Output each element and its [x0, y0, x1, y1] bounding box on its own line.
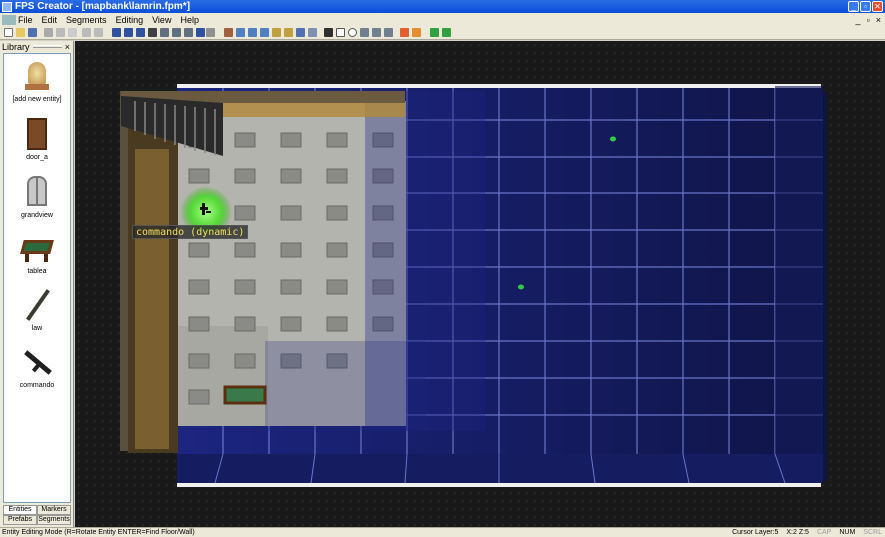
menu-edit[interactable]: Edit [42, 15, 58, 25]
tab-markers[interactable]: Markers [37, 505, 71, 515]
status-scrl: SCRL [863, 529, 882, 536]
library-item-label: [add new entity] [12, 96, 62, 103]
pick-icon[interactable] [296, 28, 305, 37]
marker[interactable] [518, 284, 524, 290]
title-bar: FPS Creator - [mapbank\lamrin.fpm*] _ ▫ … [0, 0, 885, 13]
status-cap: CAP [816, 529, 832, 536]
prefab-icon[interactable] [272, 28, 281, 37]
menu-view[interactable]: View [152, 15, 171, 25]
menu-help[interactable]: Help [180, 15, 199, 25]
cut-icon[interactable] [44, 28, 53, 37]
library-item-label: grandview [21, 212, 53, 219]
copy-icon[interactable] [56, 28, 65, 37]
table-icon [20, 230, 54, 266]
view-camera-icon[interactable] [148, 28, 157, 37]
top-rail [177, 84, 821, 88]
library-title: Library [2, 41, 30, 52]
library-item-tablea[interactable]: tablea [4, 230, 70, 275]
tool-icon[interactable] [384, 28, 393, 37]
bottom-rail [177, 483, 821, 487]
close-button[interactable]: ✕ [872, 1, 883, 12]
spray-icon[interactable] [372, 28, 381, 37]
door-icon [22, 116, 52, 152]
undo-icon[interactable] [82, 28, 91, 37]
library-item-door-a[interactable]: door_a [4, 116, 70, 161]
build-game-icon[interactable] [442, 28, 451, 37]
library-grip[interactable] [32, 45, 62, 48]
marker[interactable] [610, 136, 616, 142]
library-item-add-new-entity[interactable]: [add new entity] [4, 58, 70, 103]
menu-editing[interactable]: Editing [116, 15, 144, 25]
library-item-commando[interactable]: commando [4, 344, 70, 389]
paste-icon[interactable] [68, 28, 77, 37]
library-close-button[interactable]: × [65, 42, 73, 52]
layer-down-icon[interactable] [172, 28, 181, 37]
segment-icon[interactable] [224, 28, 233, 37]
library-item-law[interactable]: law [4, 287, 70, 332]
tab-entities[interactable]: Entities [3, 505, 37, 515]
rect-tool-icon[interactable] [336, 28, 345, 37]
mdi-restore-button[interactable]: ▫ [867, 15, 870, 25]
menu-segments[interactable]: Segments [66, 15, 107, 25]
library-panel: Library × [add new entity] door_a grandv… [0, 41, 74, 527]
flag-alt-icon[interactable] [412, 28, 421, 37]
save-icon[interactable] [28, 28, 37, 37]
entity-list[interactable]: [add new entity] door_a grandview tablea [3, 53, 71, 503]
line-tool-icon[interactable] [324, 28, 333, 37]
eyedrop-icon[interactable] [360, 28, 369, 37]
library-item-grandview[interactable]: grandview [4, 174, 70, 219]
fill-icon[interactable] [248, 28, 257, 37]
new-icon[interactable] [4, 28, 13, 37]
mdi-close-button[interactable]: × [876, 15, 881, 25]
document-icon[interactable] [2, 14, 16, 25]
view-layer-icon[interactable] [124, 28, 133, 37]
mdi-minimize-button[interactable]: _ [856, 15, 861, 25]
circle-tool-icon[interactable] [348, 28, 357, 37]
bottom-wall [177, 454, 823, 483]
test-game-icon[interactable] [430, 28, 439, 37]
table-entity[interactable] [223, 385, 267, 405]
app-icon [2, 1, 12, 12]
view-grid-icon[interactable] [136, 28, 145, 37]
status-num: NUM [839, 529, 856, 536]
toolbar [0, 26, 885, 40]
delete-icon[interactable] [308, 28, 317, 37]
entity-icon[interactable] [260, 28, 269, 37]
paint-icon[interactable] [236, 28, 245, 37]
editor-viewport[interactable]: commando (dynamic) [75, 41, 885, 527]
open-icon[interactable] [16, 28, 25, 37]
library-item-label: door_a [26, 154, 48, 161]
map-grid-view[interactable] [75, 41, 885, 527]
entity-tooltip: commando (dynamic) [132, 225, 249, 239]
tab-prefabs[interactable]: Prefabs [3, 515, 37, 525]
add-entity-icon [22, 58, 52, 94]
library-item-label: law [31, 325, 43, 332]
redo-icon[interactable] [94, 28, 103, 37]
maximize-button[interactable]: ▫ [860, 1, 871, 12]
view-top-icon[interactable] [112, 28, 121, 37]
window-title: FPS Creator - [mapbank\lamrin.fpm*] [15, 1, 191, 12]
rifle-icon [22, 344, 52, 380]
status-coords: X:2 Z:5 [786, 529, 809, 536]
zoom-in-icon[interactable] [184, 28, 193, 37]
library-item-label: commando [19, 382, 55, 389]
library-item-label: tablea [27, 268, 47, 275]
menu-file[interactable]: File [18, 15, 33, 25]
flag-icon[interactable] [400, 28, 409, 37]
baton-icon [22, 287, 52, 323]
window-icon [22, 174, 52, 210]
zoom-out-icon[interactable] [196, 28, 205, 37]
tab-segments[interactable]: Segments [37, 515, 71, 525]
status-bar: Entity Editing Mode (R=Rotate Entity ENT… [0, 527, 885, 537]
left-wall [120, 91, 128, 451]
status-cursor-layer: Cursor Layer:5 [732, 529, 779, 536]
menu-bar: File Edit Segments Editing View Help _ ▫… [0, 13, 885, 26]
status-mode: Entity Editing Mode (R=Rotate Entity ENT… [2, 529, 195, 536]
minimize-button[interactable]: _ [848, 1, 859, 12]
layer-up-icon[interactable] [160, 28, 169, 37]
magnify-icon[interactable] [206, 28, 215, 37]
rotate-icon[interactable] [284, 28, 293, 37]
